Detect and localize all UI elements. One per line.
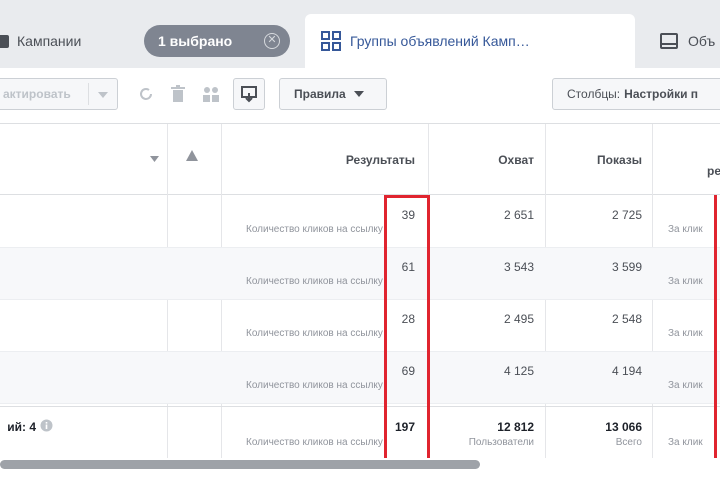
tab-adsets[interactable]: Группы объявлений Камп… xyxy=(305,14,635,68)
selection-pill-label: 1 выбрано xyxy=(158,33,233,49)
warning-icon xyxy=(186,150,198,161)
table-row[interactable]: 61 Количество кликов на ссылку 3 543 3 5… xyxy=(0,248,720,300)
cost-description: За клик xyxy=(668,276,703,287)
export-button[interactable] xyxy=(233,78,265,110)
summary-reach-description: Пользователи xyxy=(468,437,534,448)
table-row[interactable]: 39 Количество кликов на ссылку 2 651 2 7… xyxy=(0,196,720,248)
chevron-down-icon xyxy=(353,91,364,97)
info-icon[interactable] xyxy=(40,419,53,432)
header-results[interactable]: Результаты xyxy=(300,153,415,167)
summary-reach: 12 812 xyxy=(497,420,534,434)
impressions-value: 4 194 xyxy=(611,364,642,378)
header-reach[interactable]: Охват xyxy=(440,153,534,167)
columns-button[interactable]: Столбцы: Настройки п xyxy=(552,78,720,110)
ab-test-button[interactable] xyxy=(195,78,227,110)
header-cost-per-result[interactable]: ре xyxy=(707,164,720,178)
cost-description: За клик xyxy=(668,224,703,235)
impressions-value: 2 548 xyxy=(611,312,642,326)
tab-campaigns[interactable]: Кампании 1 выбрано ✕ xyxy=(0,14,300,68)
data-table: Результаты Охват Показы ре 39 Количество… xyxy=(0,124,720,464)
refresh-button[interactable] xyxy=(130,78,162,110)
tab-adsets-label: Группы объявлений Камп… xyxy=(350,33,530,49)
folder-icon xyxy=(0,34,9,48)
people-split-icon xyxy=(203,87,219,102)
toolbar: актировать Правила Столбцы: Настройки п xyxy=(0,68,720,124)
results-description: Количество кликов на ссылку xyxy=(246,328,383,339)
table-row[interactable]: 28 Количество кликов на ссылку 2 495 2 5… xyxy=(0,300,720,352)
summary-impressions: 13 066 xyxy=(605,420,642,434)
summary-results-description: Количество кликов на ссылку xyxy=(246,437,383,448)
table-row[interactable]: 69 Количество кликов на ссылку 4 125 4 1… xyxy=(0,352,720,404)
cost-highlight-box xyxy=(714,195,717,465)
reach-value: 2 495 xyxy=(503,312,534,326)
selection-pill[interactable]: 1 выбрано ✕ xyxy=(144,25,290,57)
tab-bar: Кампании 1 выбрано ✕ Группы объявлений К… xyxy=(0,0,720,68)
reach-value: 3 543 xyxy=(503,260,534,274)
header-impressions[interactable]: Показы xyxy=(550,153,642,167)
tab-ads[interactable]: Объ xyxy=(642,14,720,68)
summary-impressions-description: Всего xyxy=(615,437,642,448)
export-icon xyxy=(241,86,257,103)
reach-value: 4 125 xyxy=(503,364,534,378)
rules-button[interactable]: Правила xyxy=(279,78,387,110)
results-description: Количество кликов на ссылку xyxy=(246,224,383,235)
rules-button-label: Правила xyxy=(294,87,346,101)
ad-icon xyxy=(660,33,678,49)
tab-ads-label: Объ xyxy=(688,33,716,49)
chevron-down-icon[interactable] xyxy=(98,92,108,98)
edit-button-label: актировать xyxy=(3,87,71,101)
edit-button[interactable]: актировать xyxy=(0,78,118,110)
table-header: Результаты Охват Показы ре xyxy=(0,124,720,195)
results-description: Количество кликов на ссылку xyxy=(246,276,383,287)
summary-label: ий: 4 xyxy=(7,420,36,434)
summary-cost-description: За клик xyxy=(668,437,703,448)
divider xyxy=(88,83,89,105)
results-highlight-box xyxy=(384,195,430,465)
reach-value: 2 651 xyxy=(503,208,534,222)
tab-campaigns-label: Кампании xyxy=(17,33,82,49)
cost-description: За клик xyxy=(668,380,703,391)
results-description: Количество кликов на ссылку xyxy=(246,380,383,391)
clear-selection-icon[interactable]: ✕ xyxy=(264,33,280,49)
grid-icon xyxy=(321,31,341,51)
refresh-icon xyxy=(140,88,152,100)
columns-prefix: Столбцы: xyxy=(567,87,621,101)
cost-description: За клик xyxy=(668,328,703,339)
trash-icon xyxy=(171,85,185,102)
delete-button[interactable] xyxy=(162,78,194,110)
impressions-value: 3 599 xyxy=(611,260,642,274)
summary-row: ий: 4 197 Количество кликов на ссылку 12… xyxy=(0,406,720,464)
horizontal-scrollbar[interactable] xyxy=(0,460,480,469)
impressions-value: 2 725 xyxy=(611,208,642,222)
sort-caret-icon[interactable] xyxy=(150,156,159,162)
columns-value: Настройки п xyxy=(624,87,699,101)
